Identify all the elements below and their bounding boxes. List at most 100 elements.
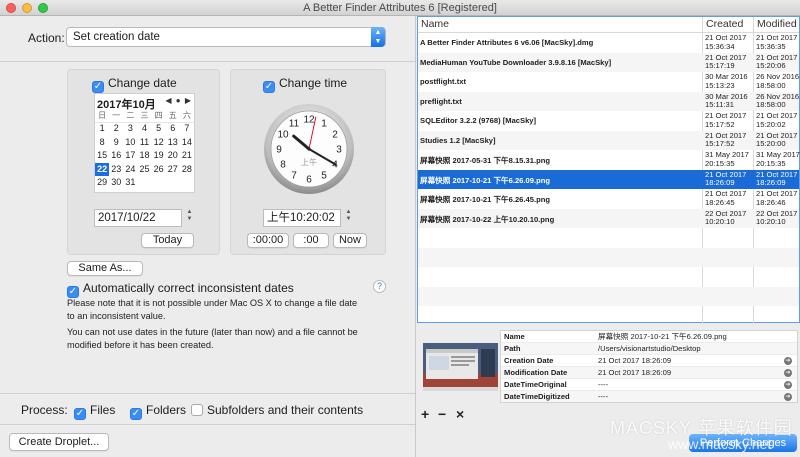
arrow-right-icon[interactable]: ➔ (784, 369, 792, 377)
calendar-day[interactable]: 3 (123, 122, 137, 136)
metadata-key: DateTimeDigitized (504, 392, 570, 401)
calendar-nav[interactable]: ◀ ● ▶ (165, 96, 192, 105)
file-row[interactable]: 屏幕快照 2017-10-22 上午10.20.10.png 22 Oct 201… (418, 208, 799, 228)
file-row[interactable]: postflight.txt 30 Mar 2016 15:13:23 26 Nov… (418, 72, 799, 92)
file-row[interactable]: MediaHuman YouTube Downloader 3.9.8.16 [… (418, 52, 799, 72)
date-stepper-icon[interactable]: ▲ ▼ (185, 209, 194, 226)
metadata-row[interactable]: Name 屏幕快照 2017-10-21 下午6.26.09.png (501, 331, 797, 343)
file-row-selected[interactable]: 屏幕快照 2017-10-21 下午6.26.09.png 21 Oct 2017… (418, 169, 799, 189)
file-row[interactable]: A Better Finder Attributes 6 v6.06 [MacS… (418, 33, 799, 53)
action-label: Action: (28, 31, 65, 45)
calendar-day[interactable]: 4 (137, 122, 151, 136)
calendar-day[interactable]: 27 (166, 163, 180, 177)
calendar-day[interactable]: 24 (123, 163, 137, 177)
analog-clock[interactable]: 123456789101112 上午 (263, 103, 355, 195)
clock-number: 2 (332, 130, 338, 141)
metadata-table[interactable]: Name 屏幕快照 2017-10-21 下午6.26.09.png Path/Us… (500, 330, 798, 403)
calendar[interactable]: 2017年10月 ◀ ● ▶ 日一二三四五六 1 2 3 4 5 6 7 8 9 10 11 12 13… (94, 93, 195, 193)
calendar-day[interactable]: 28 (180, 163, 194, 177)
reset-seconds-button[interactable]: :00 (293, 233, 329, 248)
file-row[interactable]: 屏幕快照 2017-05-31 下午8.15.31.png 31 May 2017… (418, 150, 800, 170)
empty-row (418, 247, 799, 267)
calendar-day[interactable]: 30 (109, 176, 123, 190)
calendar-day[interactable]: 25 (137, 163, 151, 177)
same-as-button[interactable]: Same As... (67, 261, 143, 276)
calendar-day[interactable]: 17 (123, 149, 137, 163)
calendar-day[interactable]: 26 (152, 163, 166, 177)
calendar-day[interactable]: 6 (166, 122, 180, 136)
file-row[interactable]: Studies 1.2 [MacSky] 21 Oct 2017 15:17:52… (418, 130, 799, 150)
metadata-row[interactable]: Modification Date 21 Oct 2017 18:26:09 ➔ (501, 367, 797, 379)
add-file-button[interactable]: + (421, 406, 429, 422)
calendar-day[interactable]: 12 (152, 136, 166, 150)
file-row[interactable]: SQLEditor 3.2.2 (9768) [MacSky] 21 Oct 20… (418, 111, 799, 131)
column-name-header[interactable]: Name (421, 17, 449, 32)
arrow-right-icon[interactable]: ➔ (784, 381, 792, 389)
file-row[interactable]: preflight.txt 30 Mar 2016 15:11:31 26 Nov … (418, 91, 799, 111)
time-stepper-icon[interactable]: ▲ ▼ (344, 209, 353, 226)
arrow-right-icon[interactable]: ➔ (784, 393, 792, 401)
change-date-checkbox[interactable]: ✓ Change date (92, 76, 177, 93)
metadata-row[interactable]: DateTimeOriginal ---- ➔ (501, 379, 797, 391)
calendar-day[interactable]: 29 (95, 176, 109, 190)
calendar-day[interactable]: 7 (180, 122, 194, 136)
calendar-day[interactable]: 31 (123, 176, 137, 190)
process-files-checkbox[interactable]: ✓ Files (74, 403, 115, 420)
calendar-day[interactable]: 15 (95, 149, 109, 163)
file-row[interactable]: 屏幕快照 2017-10-21 下午6.26.45.png 21 Oct 2017… (418, 189, 799, 209)
metadata-value: 21 Oct 2017 18:26:09 (598, 356, 672, 365)
auto-correct-label: Automatically correct inconsistent dates (83, 281, 294, 295)
calendar-days[interactable]: 1 2 3 4 5 6 7 8 9 10 11 12 13 14 15 16 17 18 19 20 21 22 23 24 2… (95, 122, 194, 190)
action-select[interactable]: Set creation date ▲ ▼ (66, 27, 386, 47)
calendar-day[interactable]: 16 (109, 149, 123, 163)
process-folders-checkbox[interactable]: ✓ Folders (130, 403, 186, 420)
help-icon[interactable]: ? (373, 280, 386, 293)
calendar-day[interactable]: 1 (95, 122, 109, 136)
change-date-label: Change date (108, 76, 177, 90)
file-created: 31 May 2017 20:15:35 (705, 150, 749, 168)
column-created-header[interactable]: Created (706, 17, 743, 32)
clear-list-button[interactable]: × (456, 406, 464, 422)
calendar-day[interactable]: 20 (166, 149, 180, 163)
today-button[interactable]: Today (141, 233, 194, 248)
calendar-day[interactable]: 10 (123, 136, 137, 150)
file-modified: 21 Oct 2017 15:36:35 (756, 33, 798, 51)
calendar-day[interactable]: 18 (137, 149, 151, 163)
zoom-window-button[interactable] (38, 3, 48, 13)
remove-file-button[interactable]: − (438, 406, 446, 422)
close-window-button[interactable] (6, 3, 16, 13)
auto-correct-checkbox[interactable]: ✓ Automatically correct inconsistent date… (67, 281, 294, 298)
time-field[interactable]: 上午10:20:02 (263, 209, 341, 227)
calendar-day[interactable]: 8 (95, 136, 109, 150)
calendar-day[interactable]: 14 (180, 136, 194, 150)
calendar-day-selected[interactable]: 22 (95, 162, 110, 176)
metadata-row[interactable]: DateTimeDigitized ---- ➔ (501, 391, 797, 402)
calendar-day[interactable]: 19 (152, 149, 166, 163)
date-field[interactable]: 2017/10/22 (94, 209, 182, 227)
file-created: 21 Oct 2017 15:17:52 (705, 111, 747, 129)
process-subfolders-checkbox[interactable]: Subfolders and their contents (191, 403, 363, 417)
metadata-key: Modification Date (504, 368, 568, 377)
now-button[interactable]: Now (333, 233, 367, 248)
metadata-value: ---- (598, 392, 609, 401)
calendar-day[interactable]: 2 (109, 122, 123, 136)
calendar-day[interactable]: 5 (152, 122, 166, 136)
file-table[interactable]: Name Created Modified A Better Finder At… (417, 16, 800, 324)
calendar-day[interactable]: 11 (137, 136, 151, 150)
metadata-row[interactable]: Creation Date 21 Oct 2017 18:26:09 ➔ (501, 355, 797, 367)
calendar-day[interactable]: 13 (166, 136, 180, 150)
calendar-day[interactable]: 23 (109, 163, 123, 177)
calendar-day[interactable]: 21 (180, 149, 194, 163)
change-time-checkbox[interactable]: ✓ Change time (263, 76, 347, 93)
column-modified-header[interactable]: Modified (757, 17, 797, 32)
minimize-window-button[interactable] (22, 3, 32, 13)
checkmark-icon: ✓ (130, 408, 142, 420)
metadata-row[interactable]: Path/Users/visionartstudio/Desktop (501, 343, 797, 355)
reset-minutes-button[interactable]: :00:00 (247, 233, 289, 248)
calendar-day[interactable]: 9 (109, 136, 123, 150)
file-name: SQLEditor 3.2.2 (9768) [MacSky] (420, 116, 537, 125)
arrow-right-icon[interactable]: ➔ (784, 357, 792, 365)
clock-center (307, 147, 311, 151)
create-droplet-button[interactable]: Create Droplet... (9, 433, 109, 451)
file-modified: 21 Oct 2017 18:26:46 (756, 189, 798, 207)
